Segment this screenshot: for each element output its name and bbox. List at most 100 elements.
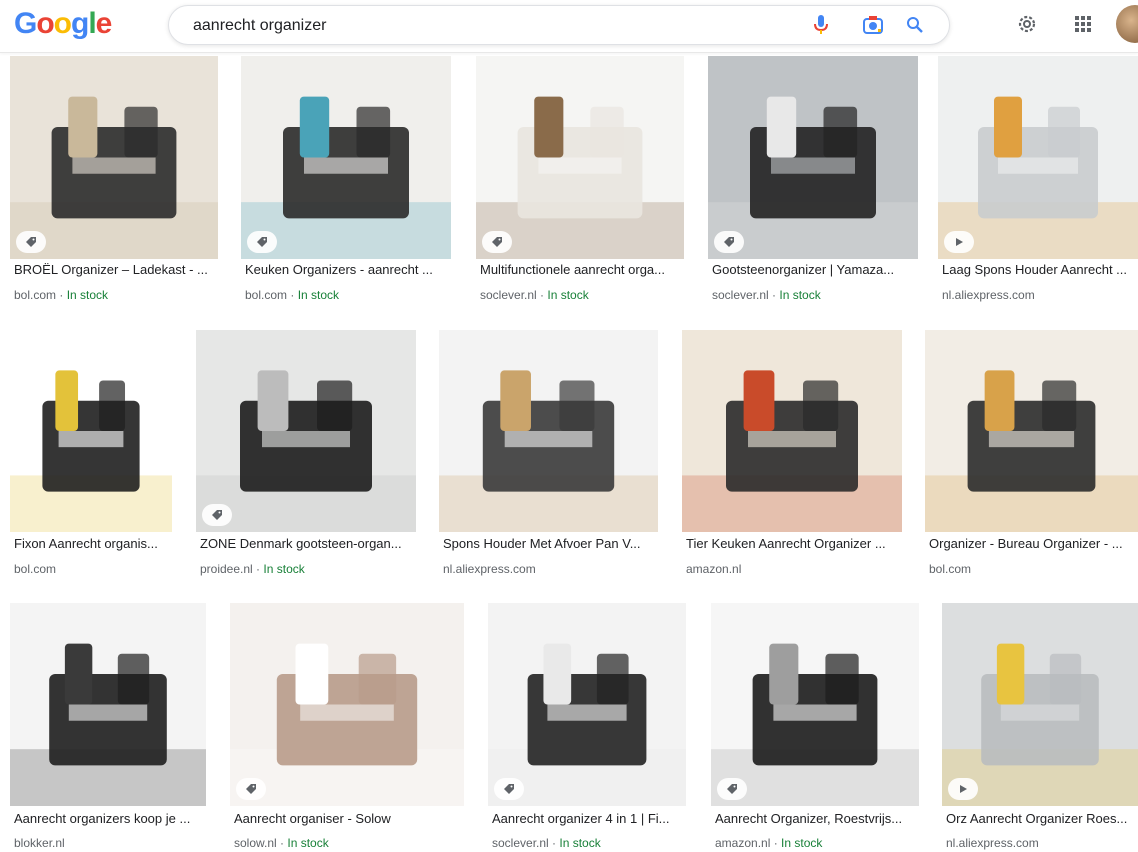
search-box [168, 5, 950, 46]
result-title[interactable]: Aanrecht organizers koop je ... [14, 811, 204, 826]
result-thumbnail[interactable] [488, 603, 686, 806]
product-illustration [439, 370, 658, 532]
stock-status: In stock [263, 562, 305, 576]
separator: · [768, 288, 780, 302]
search-input[interactable] [191, 6, 795, 46]
result-thumbnail[interactable] [10, 603, 206, 806]
apps-grid-icon[interactable] [1068, 9, 1098, 39]
result-title[interactable]: Spons Houder Met Afvoer Pan V... [443, 536, 656, 551]
product-illustration [682, 370, 902, 532]
price-tag-icon [714, 231, 744, 253]
result-source: bol.com · In stock [245, 288, 339, 302]
logo-letter: o [53, 7, 72, 40]
separator: · [287, 288, 298, 302]
result-source: soclever.nl · In stock [492, 836, 601, 850]
price-tag-icon [494, 778, 524, 800]
avatar[interactable] [1116, 5, 1138, 43]
result-thumbnail[interactable] [10, 56, 218, 259]
product-illustration [938, 96, 1138, 259]
stock-status: In stock [779, 288, 821, 302]
logo-letter: o [36, 7, 54, 40]
google-logo[interactable]: Google [14, 7, 113, 41]
result-source: nl.aliexpress.com [942, 288, 1035, 302]
source-domain: amazon.nl [715, 836, 771, 850]
product-illustration [711, 643, 919, 806]
source-domain: bol.com [14, 288, 57, 302]
source-domain: nl.aliexpress.com [946, 836, 1039, 850]
result-title[interactable]: Aanrecht organiser - Solow [234, 811, 462, 826]
microphone-icon[interactable] [809, 13, 833, 37]
result-title[interactable]: Laag Spons Houder Aanrecht ... [942, 262, 1136, 277]
result-thumbnail[interactable] [925, 330, 1138, 532]
product-illustration [10, 370, 172, 532]
result-source: nl.aliexpress.com [443, 562, 536, 576]
stock-status: In stock [297, 288, 340, 302]
stock-status: In stock [66, 288, 109, 302]
video-badge-icon [944, 231, 974, 253]
source-domain: nl.aliexpress.com [443, 562, 536, 576]
result-title[interactable]: Orz Aanrecht Organizer Roes... [946, 811, 1136, 826]
source-domain: bol.com [245, 288, 288, 302]
result-thumbnail[interactable] [196, 330, 416, 532]
source-domain: bol.com [929, 562, 972, 576]
result-thumbnail[interactable] [711, 603, 919, 806]
result-source: amazon.nl · In stock [715, 836, 822, 850]
product-illustration [476, 96, 684, 259]
price-tag-icon [247, 231, 277, 253]
stock-status: In stock [559, 836, 601, 850]
logo-letter: G [14, 7, 37, 40]
source-domain: proidee.nl [200, 562, 253, 576]
result-thumbnail[interactable] [682, 330, 902, 532]
result-source: bol.com [929, 562, 971, 576]
result-title[interactable]: ZONE Denmark gootsteen-organ... [200, 536, 414, 551]
search-icon[interactable] [903, 13, 927, 37]
result-title[interactable]: Tier Keuken Aanrecht Organizer ... [686, 536, 900, 551]
result-source: amazon.nl [686, 562, 741, 576]
source-domain: soclever.nl [480, 288, 537, 302]
result-source: blokker.nl [14, 836, 65, 850]
result-source: soclever.nl · In stock [480, 288, 589, 302]
result-thumbnail[interactable] [938, 56, 1138, 259]
result-thumbnail[interactable] [942, 603, 1138, 806]
source-domain: amazon.nl [686, 562, 742, 576]
product-illustration [10, 643, 206, 806]
separator: · [252, 562, 264, 576]
source-domain: soclever.nl [492, 836, 549, 850]
source-domain: blokker.nl [14, 836, 65, 850]
stock-status: In stock [287, 836, 329, 850]
product-illustration [925, 370, 1138, 532]
result-title[interactable]: Gootsteenorganizer | Yamaza... [712, 262, 916, 277]
separator: · [276, 836, 288, 850]
result-source: bol.com [14, 562, 56, 576]
result-title[interactable]: Aanrecht organizer 4 in 1 | Fi... [492, 811, 684, 826]
gear-icon[interactable] [1012, 9, 1042, 39]
product-illustration [10, 96, 218, 259]
result-thumbnail[interactable] [439, 330, 658, 532]
camera-lens-icon[interactable] [861, 13, 885, 37]
price-tag-icon [202, 504, 232, 526]
result-thumbnail[interactable] [230, 603, 464, 806]
logo-letter: g [71, 7, 89, 40]
result-thumbnail[interactable] [476, 56, 684, 259]
separator: · [56, 288, 67, 302]
result-title[interactable]: Keuken Organizers - aanrecht ... [245, 262, 449, 277]
result-title[interactable]: Fixon Aanrecht organis... [14, 536, 170, 551]
logo-letter: e [95, 7, 113, 40]
result-thumbnail[interactable] [10, 330, 172, 532]
video-badge-icon [948, 778, 978, 800]
result-source: nl.aliexpress.com [946, 836, 1039, 850]
result-title[interactable]: Organizer - Bureau Organizer - ... [929, 536, 1136, 551]
result-title[interactable]: Aanrecht Organizer, Roestvrijs... [715, 811, 917, 826]
result-title[interactable]: BROËL Organizer – Ladekast - ... [14, 262, 216, 277]
product-illustration [196, 370, 416, 532]
result-thumbnail[interactable] [708, 56, 918, 259]
separator: · [770, 836, 782, 850]
result-title[interactable]: Multifunctionele aanrecht orga... [480, 262, 682, 277]
price-tag-icon [482, 231, 512, 253]
logo-letter: l [88, 7, 96, 40]
result-thumbnail[interactable] [241, 56, 451, 259]
stock-status: In stock [781, 836, 823, 850]
source-domain: solow.nl [234, 836, 277, 850]
source-domain: bol.com [14, 562, 57, 576]
source-domain: soclever.nl [712, 288, 769, 302]
